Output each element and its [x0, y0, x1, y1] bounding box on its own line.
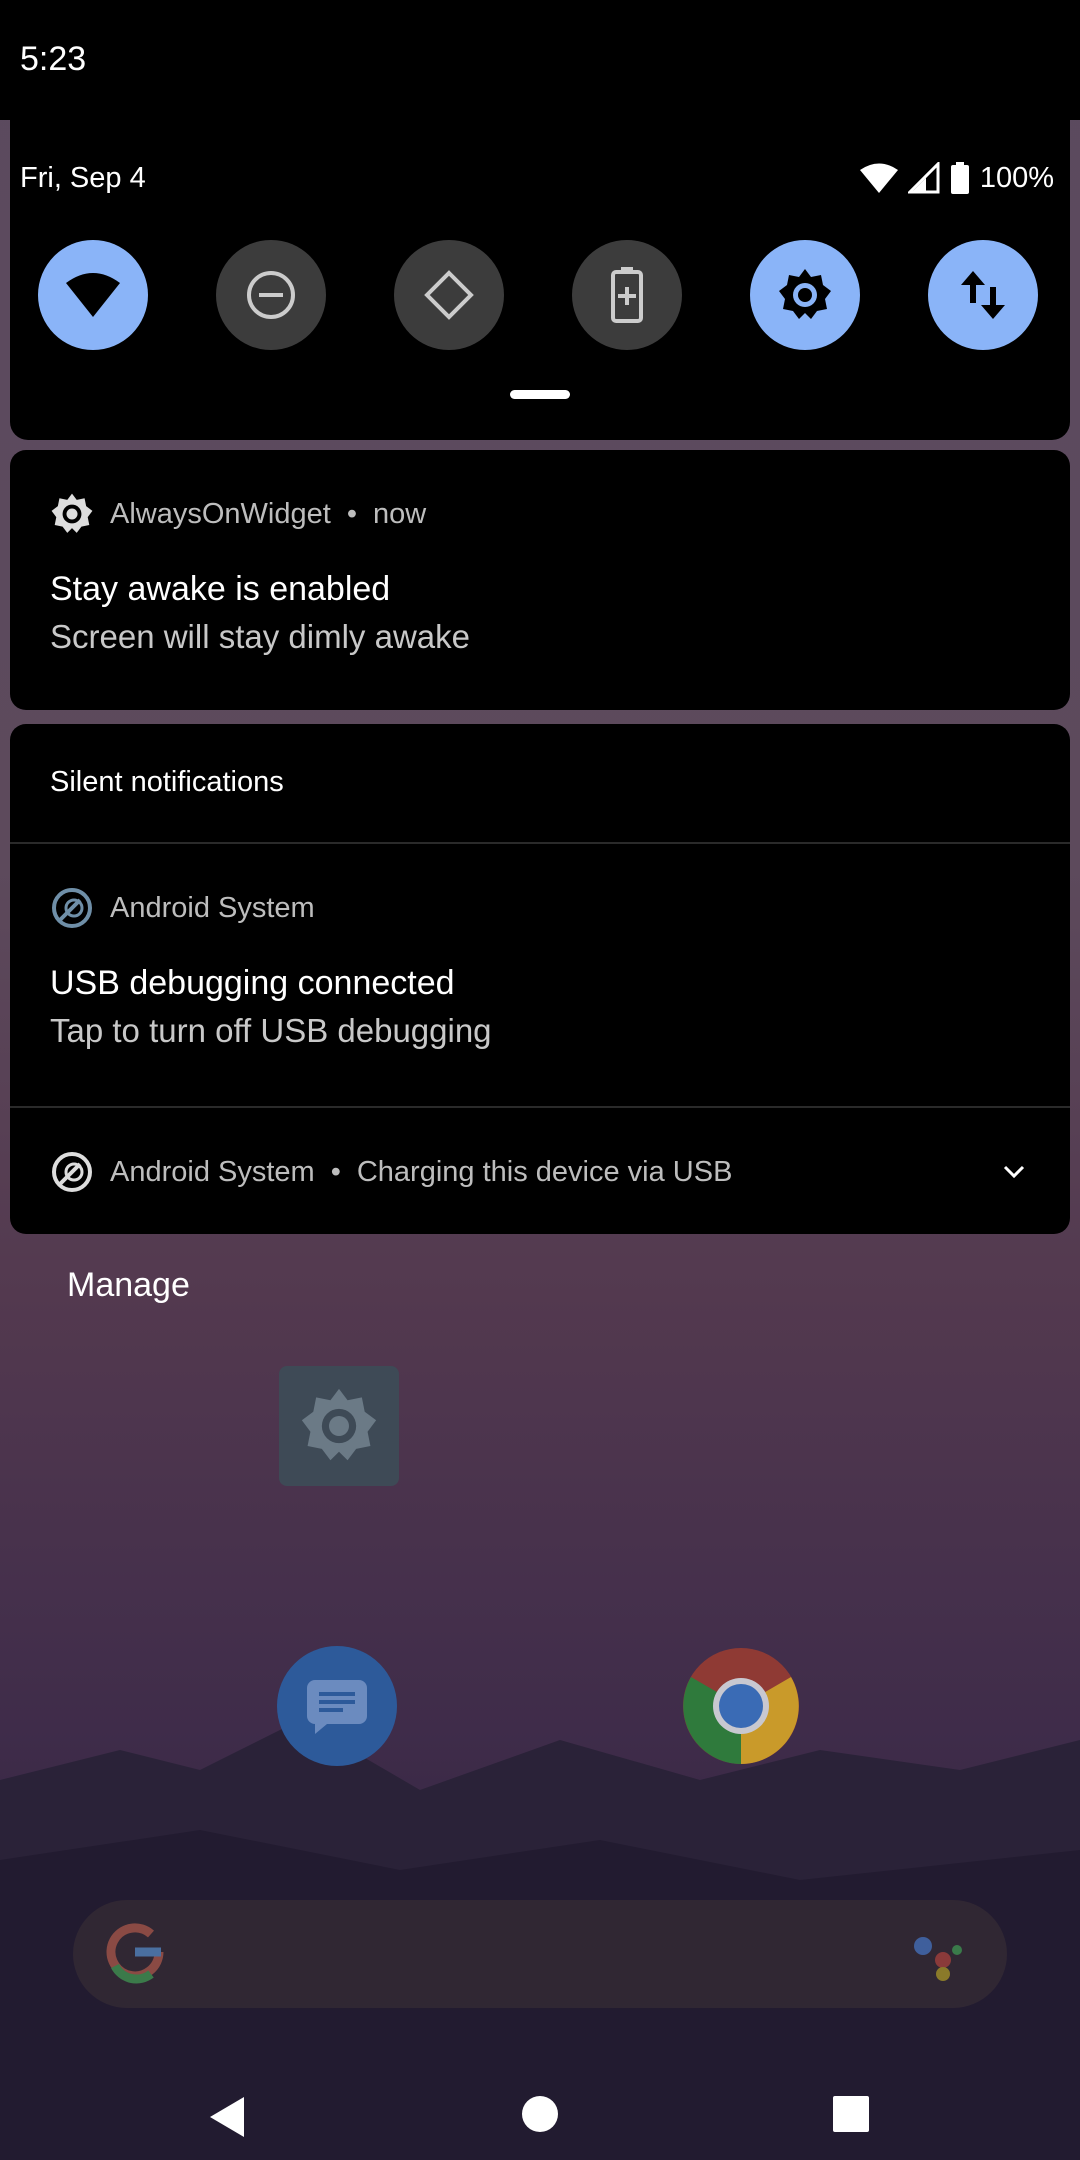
wifi-signal-icon [859, 163, 898, 193]
silent-notifications-section: Silent notifications Android System USB … [10, 724, 1070, 1234]
notification-header: Android System [50, 886, 315, 930]
notification-app-name: Android System [110, 891, 315, 924]
notification-usb-debugging[interactable]: Android System USB debugging connected T… [10, 844, 1070, 1104]
clock: 5:23 [20, 40, 87, 78]
notification-summary: Charging this device via USB [356, 1155, 733, 1188]
recents-button[interactable] [832, 2095, 870, 2133]
qs-date[interactable]: Fri, Sep 4 [20, 162, 146, 195]
notification-title: Stay awake is enabled [50, 570, 391, 608]
tile-mobile-data[interactable] [928, 240, 1038, 350]
screen: 5:23 Fri, Sep 4 100% AlwaysOnWidget • no… [0, 0, 1080, 2160]
navigation-bar [0, 2040, 1080, 2160]
notification-text: Tap to turn off USB debugging [50, 1012, 492, 1049]
silent-notifications-header: Silent notifications [50, 766, 284, 798]
messages-icon [307, 1680, 367, 1734]
battery-icon [950, 162, 969, 194]
notification-title: USB debugging connected [50, 964, 455, 1002]
brightness-gear-icon [779, 269, 831, 319]
google-g-icon [106, 1923, 164, 1984]
qs-status-icons: 100% [859, 160, 1054, 196]
notification-time: now [372, 497, 427, 530]
separator-dot: • [330, 1155, 341, 1188]
android-system-icon [52, 1152, 92, 1192]
home-button[interactable] [521, 2095, 559, 2133]
status-bar: 5:23 [0, 0, 1080, 120]
qs-expand-handle[interactable] [510, 390, 570, 399]
android-system-icon [52, 888, 92, 928]
battery-saver-icon [611, 267, 643, 323]
google-assistant-icon[interactable] [907, 1924, 967, 1984]
brightness-icon [51, 493, 93, 533]
mobile-data-icon [961, 271, 1005, 319]
wifi-icon [66, 273, 120, 317]
notification-header: Android System • Charging this device vi… [50, 1150, 732, 1194]
settings-gear-icon [301, 1388, 377, 1461]
cell-signal-icon [907, 162, 940, 194]
notification-charging-usb[interactable]: Android System • Charging this device vi… [10, 1108, 1070, 1234]
notification-text: Screen will stay dimly awake [50, 618, 470, 655]
do-not-disturb-icon [247, 271, 295, 319]
auto-rotate-icon [424, 270, 474, 320]
tile-stay-awake[interactable] [750, 240, 860, 350]
chrome-app[interactable] [681, 1646, 801, 1766]
tile-wifi[interactable] [38, 240, 148, 350]
notification-app-name: Android System [110, 1155, 315, 1188]
notification-app-name: AlwaysOnWidget [110, 497, 331, 530]
back-button[interactable] [206, 2095, 246, 2139]
tile-do-not-disturb[interactable] [216, 240, 326, 350]
google-search-bar[interactable] [73, 1900, 1007, 2008]
messages-app[interactable] [277, 1646, 397, 1766]
tile-auto-rotate[interactable] [394, 240, 504, 350]
separator-dot: • [346, 497, 357, 530]
settings-app[interactable] [279, 1366, 399, 1486]
quick-settings-panel: Fri, Sep 4 100% [10, 120, 1070, 440]
notification-header: AlwaysOnWidget • now [50, 492, 426, 536]
manage-button[interactable]: Manage [67, 1266, 190, 1305]
chevron-down-icon[interactable] [1002, 1164, 1026, 1180]
battery-percent: 100% [979, 161, 1054, 194]
notification-stay-awake[interactable]: AlwaysOnWidget • now Stay awake is enabl… [10, 450, 1070, 710]
tile-battery-saver[interactable] [572, 240, 682, 350]
